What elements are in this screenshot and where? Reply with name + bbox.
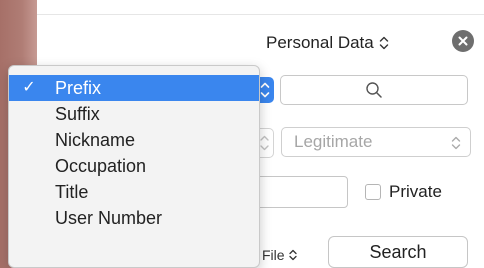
menu-item-label: Occupation: [55, 156, 147, 176]
menu-item-suffix[interactable]: Suffix: [9, 101, 259, 127]
value-text-field[interactable]: [256, 176, 348, 208]
menu-item-user-number[interactable]: User Number: [9, 205, 259, 231]
window: Personal Data Legitimate Private File Se…: [0, 0, 484, 268]
legitimacy-select[interactable]: Legitimate: [281, 127, 471, 157]
search-button[interactable]: Search: [328, 236, 468, 268]
up-down-arrows-icon: [379, 36, 388, 50]
file-popup[interactable]: File: [262, 245, 298, 265]
menu-item-label: Nickname: [55, 130, 136, 150]
menu-item-label: Suffix: [55, 104, 100, 124]
field-dropdown-menu: ✓ Prefix Suffix Nickname Occupation Titl…: [8, 65, 260, 268]
divider: [37, 14, 484, 15]
search-button-label: Search: [369, 241, 427, 262]
private-checkbox-row[interactable]: Private: [365, 180, 442, 204]
menu-item-label: Prefix: [55, 78, 102, 98]
menu-item-prefix[interactable]: ✓ Prefix: [9, 75, 259, 101]
up-down-arrows-icon: [451, 136, 461, 150]
menu-item-label: User Number: [55, 208, 163, 228]
menu-item-nickname[interactable]: Nickname: [9, 127, 259, 153]
close-icon[interactable]: [452, 30, 474, 52]
personal-data-popup[interactable]: Personal Data: [266, 30, 390, 56]
menu-item-label: Title: [55, 182, 89, 202]
menu-item-occupation[interactable]: Occupation: [9, 153, 259, 179]
close-x-glyph: [458, 36, 468, 46]
checkmark-icon: ✓: [22, 79, 36, 96]
legitimacy-value: Legitimate: [294, 132, 373, 151]
personal-data-label: Personal Data: [266, 33, 374, 52]
menu-item-title[interactable]: Title: [9, 179, 259, 205]
search-input[interactable]: [280, 75, 468, 105]
up-down-arrows-icon: [288, 249, 297, 261]
file-popup-label: File: [262, 247, 285, 263]
private-label: Private: [389, 182, 442, 201]
private-checkbox[interactable]: [365, 184, 381, 200]
magnifier-icon: [366, 82, 382, 98]
